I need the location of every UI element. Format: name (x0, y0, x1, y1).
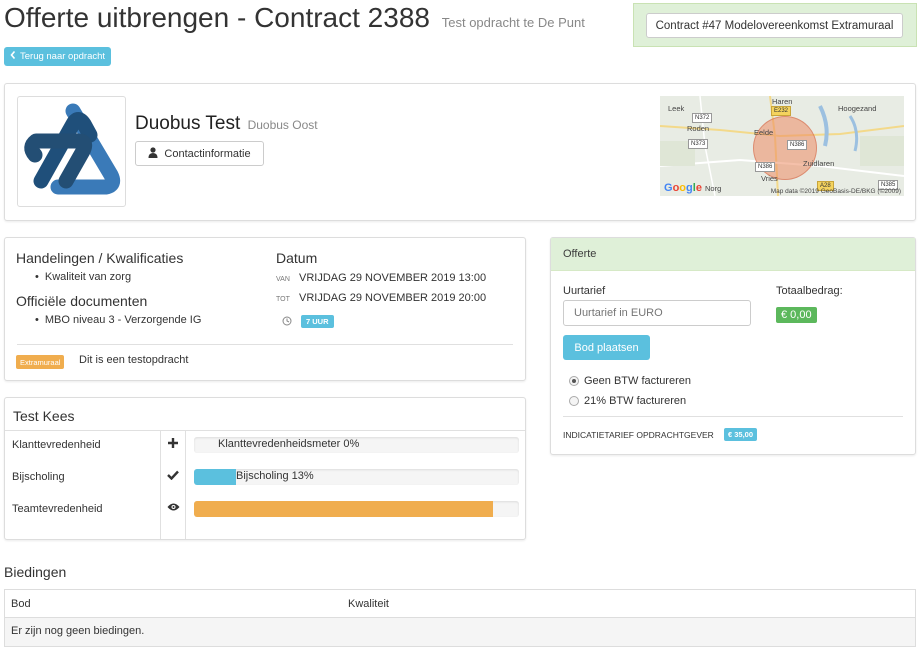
details-divider (17, 344, 513, 345)
map-label: Hoogezand (838, 104, 877, 113)
bids-empty-text: Er zijn nog geen biedingen. (11, 625, 145, 637)
radio-button[interactable] (569, 396, 579, 406)
map-label: Roden (687, 124, 710, 133)
duration-badge: 7 UUR (301, 315, 334, 328)
van-value: VRIJDAG 29 NOVEMBER 2019 13:00 (299, 272, 487, 284)
map-road-shield: E232 (771, 106, 792, 116)
metrics-column-divider (185, 430, 186, 539)
progress-fill (194, 469, 237, 485)
map-label: Leek (668, 104, 685, 113)
contract-button[interactable]: Contract #47 Modelovereenkomst Extramura… (646, 13, 903, 38)
bids-column-kwaliteit: Kwaliteit (348, 598, 389, 610)
datum-title: Datum (276, 250, 318, 266)
tot-value: VRIJDAG 29 NOVEMBER 2019 20:00 (299, 292, 487, 304)
map-road-shield: N373 (688, 139, 709, 149)
tot-label: TOT (276, 296, 290, 303)
documenten-item: MBO niveau 3 - Verzorgende IG (35, 314, 202, 326)
page-subtitle: Test opdracht te De Punt (441, 15, 585, 30)
google-logo: Google (664, 182, 702, 194)
contact-info-label: Contactinformatie (164, 147, 251, 160)
map-label: Eelde (754, 128, 774, 137)
indicative-rate-badge: € 35,00 (724, 428, 758, 441)
chevron-left-icon (10, 50, 16, 62)
map-road-shield: N386 (787, 140, 808, 150)
metrics-title: Test Kees (13, 408, 75, 424)
extramuraal-badge: Extramuraal (16, 355, 65, 369)
indicative-rate-label: INDICATIETARIEF OPDRACHTGEVER (563, 430, 714, 440)
clock-icon (282, 315, 292, 329)
client-name-text: Duobus Test (135, 113, 241, 134)
details-panel: Handelingen / Kwalificaties Kwaliteit va… (4, 237, 526, 381)
offer-divider (563, 416, 903, 417)
table-row: Er zijn nog geen biedingen. (5, 617, 915, 646)
vat-option-21[interactable]: 21% BTW factureren (569, 395, 686, 407)
handelingen-title: Handelingen / Kwalificaties (16, 250, 184, 266)
map-label: Norg (705, 184, 722, 193)
client-panel: Duobus Test Duobus Oost Contactinformati… (4, 83, 916, 221)
map-label: Zuidlaren (803, 159, 835, 168)
back-button-label: Terug naar opdracht (20, 51, 106, 62)
map-road-shield: N386 (755, 162, 776, 172)
back-button[interactable]: Terug naar opdracht (4, 47, 112, 66)
location-map[interactable]: Leek Roden Haren Hoogezand Eelde Zuidlar… (660, 96, 904, 196)
van-label: VAN (276, 276, 290, 283)
contact-info-button[interactable]: Contactinformatie (135, 141, 264, 166)
check-icon (165, 469, 181, 483)
bids-table: Bod Kwaliteit Er zijn nog geen biedingen… (4, 589, 916, 647)
map-credit: Map data ©2019 GeoBasis-DE/BKG (©2009) (770, 188, 901, 195)
map-road-shield: N372 (692, 113, 713, 123)
page-title-text: Offerte uitbrengen - Contract 2388 (4, 2, 430, 33)
page-title: Offerte uitbrengen - Contract 2388 Test … (4, 2, 585, 34)
metrics-divider (5, 430, 525, 431)
progress-text: Bijscholing 13% (236, 470, 314, 482)
offer-panel: Offerte Uurtarief Totaalbedrag: € 0,00 B… (550, 237, 916, 455)
offer-header: Offerte (551, 238, 915, 271)
progress-text: Klanttevredenheidsmeter 0% (218, 438, 360, 450)
vat-option-label: 21% BTW factureren (584, 395, 687, 407)
map-label: Haren (772, 97, 793, 106)
bids-column-bod: Bod (11, 598, 31, 610)
client-location: Duobus Oost (247, 118, 318, 132)
metric-label-klanttevredenheid: Klanttevredenheid (12, 439, 101, 451)
plus-icon (165, 437, 181, 451)
radio-button[interactable] (569, 376, 579, 386)
metric-label-teamtevredenheid: Teamtevredenheid (12, 503, 103, 515)
extra-note: Dit is een testopdracht (79, 354, 189, 366)
client-name: Duobus Test Duobus Oost (135, 113, 318, 135)
contract-box: Contract #47 Modelovereenkomst Extramura… (633, 3, 917, 47)
progress-bar-teamtevredenheid (194, 501, 519, 517)
vat-option-label: Geen BTW factureren (584, 375, 691, 387)
place-bid-button[interactable]: Bod plaatsen (563, 335, 650, 360)
metrics-panel: Test Kees Klanttevredenheid Klanttevrede… (4, 397, 526, 540)
progress-fill (194, 501, 493, 517)
bids-title: Biedingen (4, 564, 67, 580)
total-amount-badge: € 0,00 (776, 307, 817, 323)
rate-input[interactable] (563, 300, 751, 326)
handelingen-item: Kwaliteit van zorg (35, 271, 131, 283)
metrics-column-divider (160, 430, 161, 539)
rate-label: Uurtarief (563, 285, 606, 297)
progress-bar-klanttevredenheid: Klanttevredenheidsmeter 0% (194, 437, 519, 453)
vat-option-none[interactable]: Geen BTW factureren (569, 375, 691, 387)
metric-label-bijscholing: Bijscholing (12, 471, 65, 483)
user-icon (148, 146, 158, 161)
eye-icon (165, 501, 181, 515)
progress-bar-bijscholing: Bijscholing 13% (194, 469, 519, 485)
client-logo (17, 96, 126, 207)
total-label: Totaalbedrag: (776, 285, 843, 297)
documenten-title: Officiële documenten (16, 293, 148, 309)
map-label: Vries (761, 174, 778, 183)
